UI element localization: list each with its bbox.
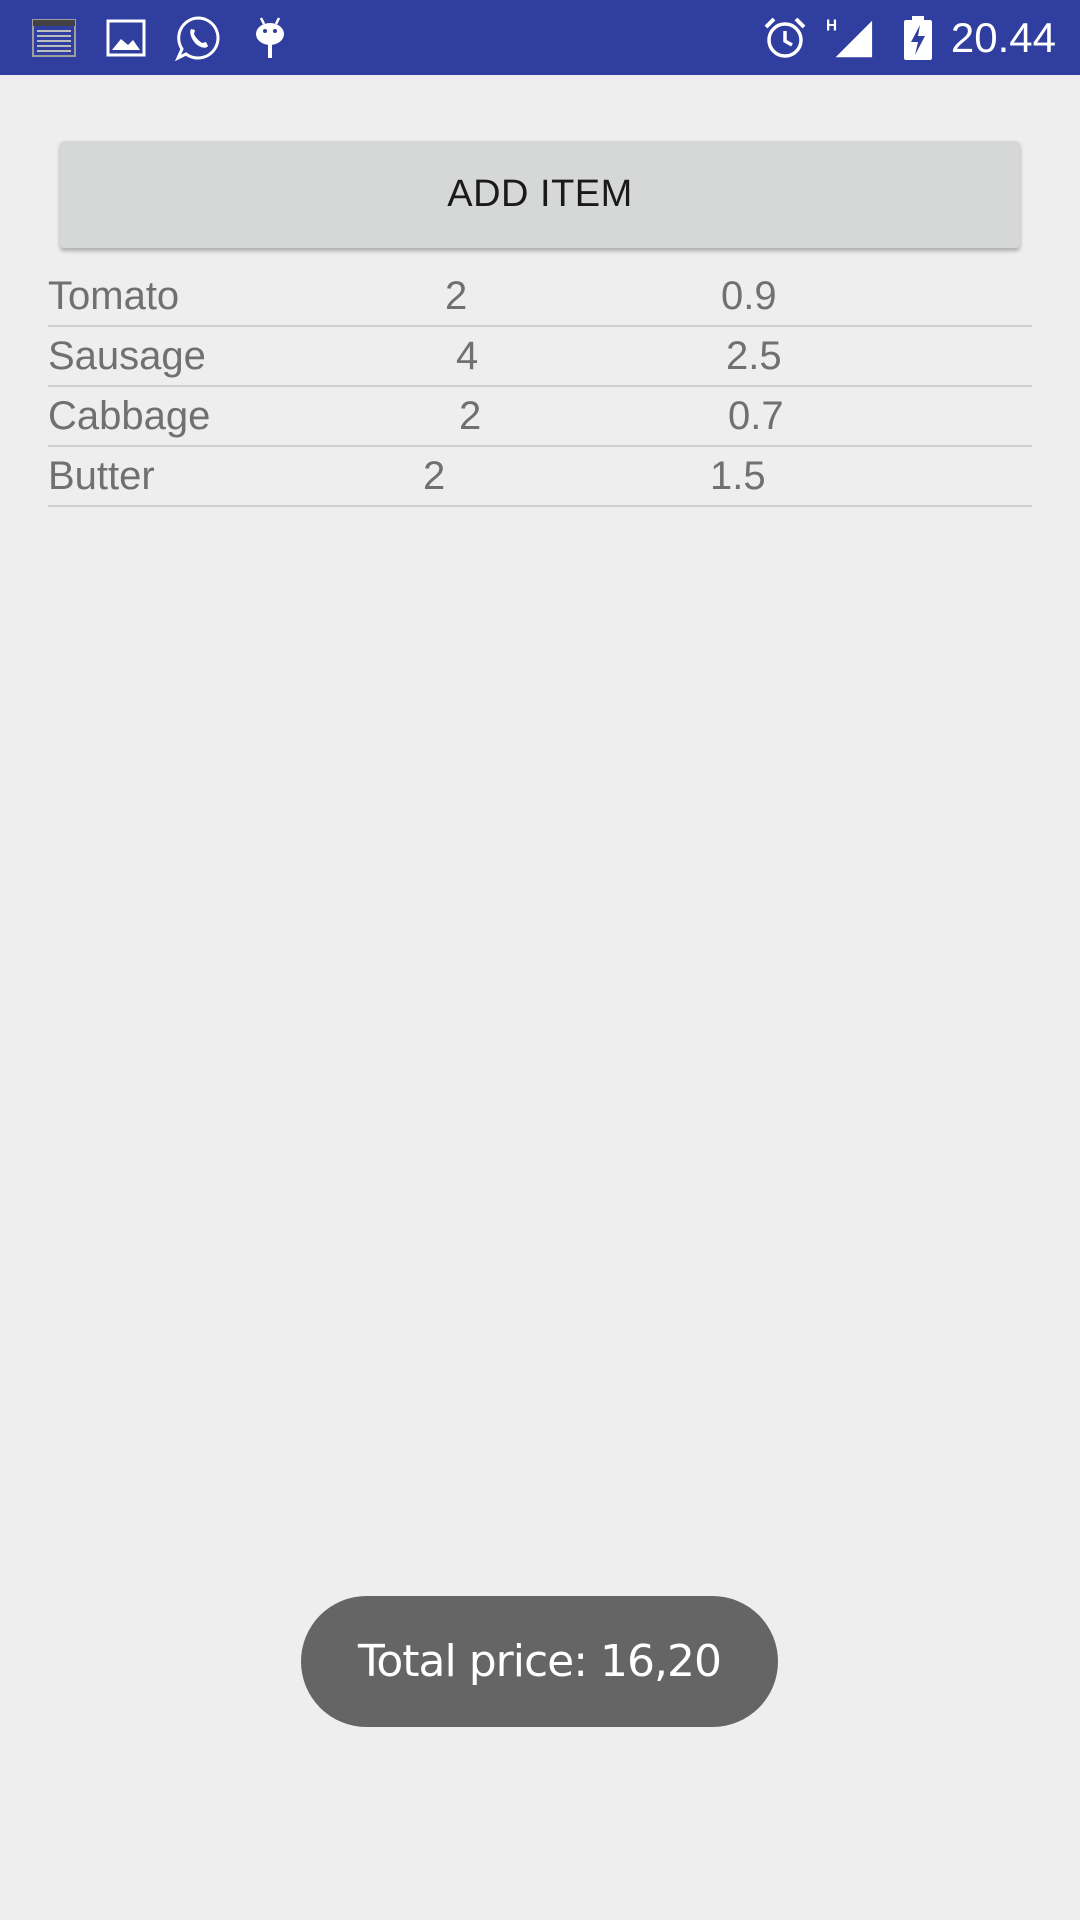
list-item[interactable]: Butter 2 1.5 xyxy=(48,447,1032,507)
status-bar: H 20.44 xyxy=(0,0,1080,75)
list-item[interactable]: Sausage 4 2.5 xyxy=(48,327,1032,387)
list-item[interactable]: Tomato 2 0.9 xyxy=(48,267,1032,327)
android-debug-icon xyxy=(246,14,294,62)
item-price: 2.5 xyxy=(726,334,782,378)
item-quantity: 2 xyxy=(423,454,446,498)
item-price: 0.7 xyxy=(728,394,784,438)
item-price: 1.5 xyxy=(710,454,766,498)
item-name: Cabbage xyxy=(48,394,211,438)
item-name: Butter xyxy=(48,454,155,498)
alarm-icon xyxy=(761,14,809,62)
list-item[interactable]: Cabbage 2 0.7 xyxy=(48,387,1032,447)
item-name: Sausage xyxy=(48,334,206,378)
clock-time: 20.44 xyxy=(950,14,1056,61)
signal-icon: H xyxy=(826,14,876,62)
item-quantity: 4 xyxy=(456,334,479,378)
shopping-list: Tomato 2 0.9 Sausage 4 2.5 Cabbage 2 0.7… xyxy=(48,267,1032,507)
add-item-button[interactable]: ADD ITEM xyxy=(60,141,1020,248)
item-price: 0.9 xyxy=(721,274,777,318)
whatsapp-icon xyxy=(174,14,222,62)
total-price-toast: Total price: 16,20 xyxy=(301,1596,778,1727)
item-quantity: 2 xyxy=(459,394,482,438)
item-name: Tomato xyxy=(48,274,180,318)
news-icon xyxy=(30,14,78,62)
item-quantity: 2 xyxy=(445,274,468,318)
battery-charging-icon xyxy=(894,14,932,62)
gallery-icon xyxy=(102,14,150,62)
svg-text:H: H xyxy=(826,17,837,34)
